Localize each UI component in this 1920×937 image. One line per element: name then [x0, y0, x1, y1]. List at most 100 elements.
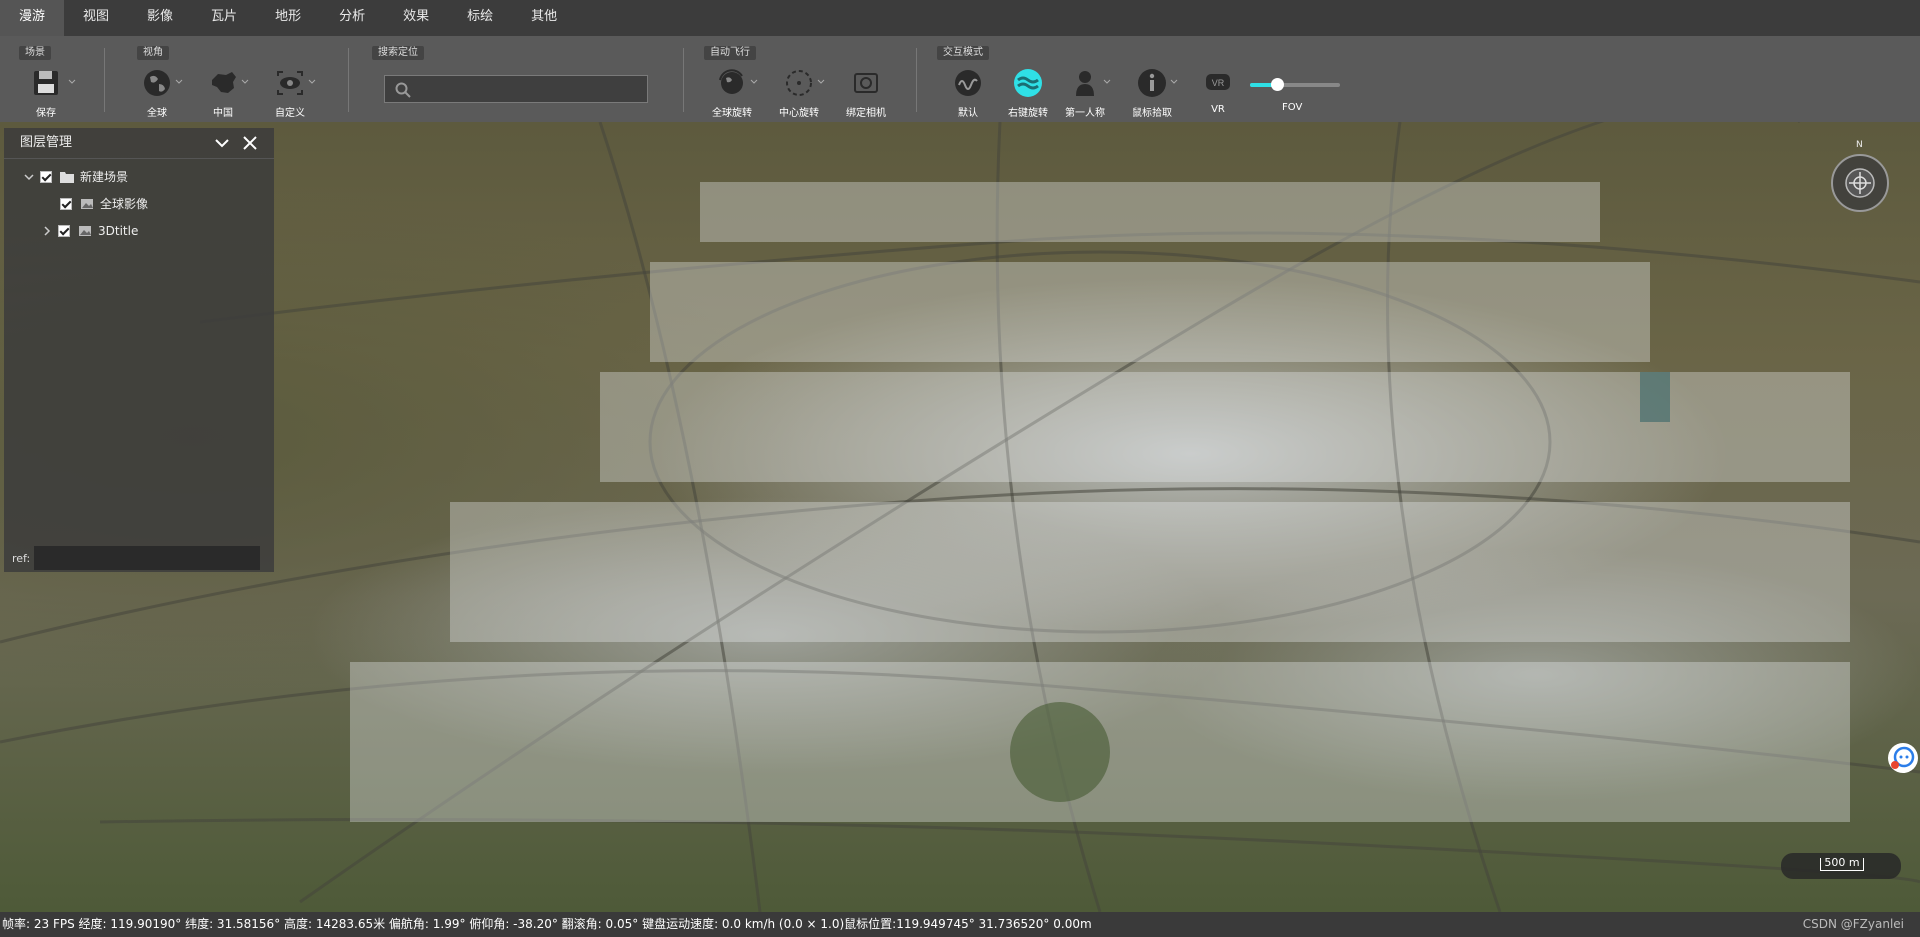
group-title-interaction: 交互模式	[937, 46, 989, 60]
layer-panel-title: 图层管理	[20, 135, 73, 150]
china-view-button[interactable]: 中国	[195, 68, 251, 119]
person-icon	[1076, 71, 1094, 96]
assistant-widget-button[interactable]	[1888, 743, 1918, 773]
center-rotate-button[interactable]: 中心旋转	[771, 68, 827, 119]
folder-icon	[60, 172, 74, 183]
fov-slider-handle[interactable]	[1271, 78, 1284, 91]
first-person-label: 第一人称	[1065, 108, 1105, 119]
camera-link-icon	[854, 73, 878, 93]
checkbox-imagery[interactable]	[60, 198, 72, 210]
tree-node-scene[interactable]: 新建场景	[24, 166, 128, 188]
watermark: CSDN @FZyanlei	[1802, 917, 1904, 931]
wave-circle-icon	[955, 70, 981, 96]
menu-effects[interactable]: 效果	[384, 0, 448, 36]
menu-tiles[interactable]: 瓦片	[192, 0, 256, 36]
global-rotate-label: 全球旋转	[712, 108, 752, 119]
layer-panel: 图层管理 新建场景 全球影像 3Dtitle ref:	[4, 128, 274, 572]
bind-camera-label: 绑定相机	[846, 108, 886, 119]
fov-slider[interactable]	[1250, 78, 1340, 91]
globe-icon	[144, 70, 170, 96]
tree-label-imagery: 全球影像	[100, 197, 149, 211]
ribbon-divider	[916, 48, 917, 112]
svg-text:VR: VR	[1212, 78, 1225, 88]
ref-label: ref:	[12, 551, 31, 565]
group-title-search: 搜索定位	[372, 46, 424, 60]
menu-imagery[interactable]: 影像	[128, 0, 192, 36]
search-field[interactable]	[384, 75, 648, 103]
chevron-down-icon[interactable]	[1103, 78, 1111, 86]
globe-rotate-icon	[719, 69, 743, 94]
default-mode-button[interactable]: 默认	[940, 68, 996, 119]
navigation-compass[interactable]: N	[1830, 140, 1890, 212]
tree-label-scene: 新建场景	[80, 170, 129, 184]
compass-icon	[1831, 154, 1889, 212]
ribbon-divider	[104, 48, 105, 112]
center-rotate-icon	[786, 70, 812, 96]
status-bar: 帧率: 23 FPS 经度: 119.90190° 纬度: 31.58156° …	[0, 912, 1920, 937]
compass-north-label: N	[1856, 140, 1863, 150]
default-mode-label: 默认	[958, 108, 978, 119]
tree-node-imagery[interactable]: 全球影像	[60, 193, 148, 215]
map-imagery	[0, 122, 1920, 912]
eye-icon	[277, 71, 303, 95]
menu-analysis[interactable]: 分析	[320, 0, 384, 36]
collapse-icon[interactable]	[214, 135, 230, 151]
fov-label: FOV	[1282, 102, 1303, 113]
first-person-button[interactable]: 第一人称	[1057, 68, 1113, 119]
search-icon	[395, 82, 411, 98]
chevron-right-icon[interactable]	[42, 226, 52, 236]
group-title-autofly: 自动飞行	[704, 46, 756, 60]
bind-camera-button[interactable]: 绑定相机	[838, 68, 894, 119]
menu-terrain[interactable]: 地形	[256, 0, 320, 36]
status-text: 帧率: 23 FPS 经度: 119.90190° 纬度: 31.58156° …	[2, 917, 1092, 931]
scale-label: 500 m	[1820, 857, 1864, 871]
global-rotate-button[interactable]: 全球旋转	[704, 68, 760, 119]
menu-view[interactable]: 视图	[64, 0, 128, 36]
image-layer-icon	[79, 226, 91, 236]
globe-label: 全球	[147, 108, 167, 119]
scale-bar: 500 m	[1781, 853, 1901, 879]
menu-roam[interactable]: 漫游	[0, 0, 65, 36]
menu-other[interactable]: 其他	[512, 0, 576, 36]
mouse-pick-label: 鼠标拾取	[1132, 108, 1172, 119]
main-menu-bar: 漫游 视图 影像 瓦片 地形 分析 效果 标绘 其他	[0, 0, 1920, 36]
ribbon-divider	[348, 48, 349, 112]
ribbon-divider	[683, 48, 684, 112]
custom-view-button[interactable]: 自定义	[262, 68, 318, 119]
save-button[interactable]: 保存	[18, 68, 76, 119]
floppy-disk-icon	[34, 71, 58, 95]
vr-headset-icon: VR	[1206, 74, 1230, 90]
checkbox-3dtiles[interactable]	[58, 225, 70, 237]
map-viewport[interactable]	[0, 122, 1920, 912]
chevron-down-icon[interactable]	[24, 172, 34, 182]
right-rotate-label: 右键旋转	[1008, 108, 1048, 119]
tree-label-3dtiles: 3Dtitle	[98, 224, 139, 238]
menu-plotting[interactable]: 标绘	[448, 0, 512, 36]
save-label: 保存	[36, 108, 56, 119]
info-icon	[1138, 69, 1166, 97]
vr-button[interactable]: VR VR	[1190, 68, 1246, 115]
checkbox-scene[interactable]	[40, 171, 52, 183]
right-rotate-button[interactable]: 右键旋转	[1000, 68, 1056, 119]
tree-node-3dtiles[interactable]: 3Dtitle	[42, 220, 138, 242]
chevron-down-icon[interactable]	[175, 78, 183, 86]
ref-row: ref:	[12, 546, 261, 570]
close-icon[interactable]	[242, 135, 258, 151]
ref-input[interactable]	[34, 546, 261, 570]
china-map-icon	[212, 72, 236, 93]
mouse-pick-button[interactable]: 鼠标拾取	[1124, 68, 1180, 119]
vr-label: VR	[1211, 104, 1225, 115]
chat-bubble-icon	[1891, 746, 1915, 769]
chevron-down-icon[interactable]	[241, 78, 249, 86]
ribbon-toolbar: 场景 视角 搜索定位 自动飞行 交互模式 保存 全球 中国 自定义 全球旋转 中…	[0, 36, 1920, 123]
chevron-down-icon[interactable]	[308, 78, 316, 86]
group-title-scene: 场景	[19, 46, 51, 60]
chevron-down-icon[interactable]	[817, 78, 825, 86]
chevron-down-icon[interactable]	[68, 78, 76, 86]
image-layer-icon	[81, 199, 93, 209]
globe-view-button[interactable]: 全球	[129, 68, 185, 119]
layer-panel-header: 图层管理	[4, 128, 274, 159]
chevron-down-icon[interactable]	[750, 78, 758, 86]
chevron-down-icon[interactable]	[1170, 78, 1178, 86]
search-input[interactable]	[417, 79, 646, 101]
